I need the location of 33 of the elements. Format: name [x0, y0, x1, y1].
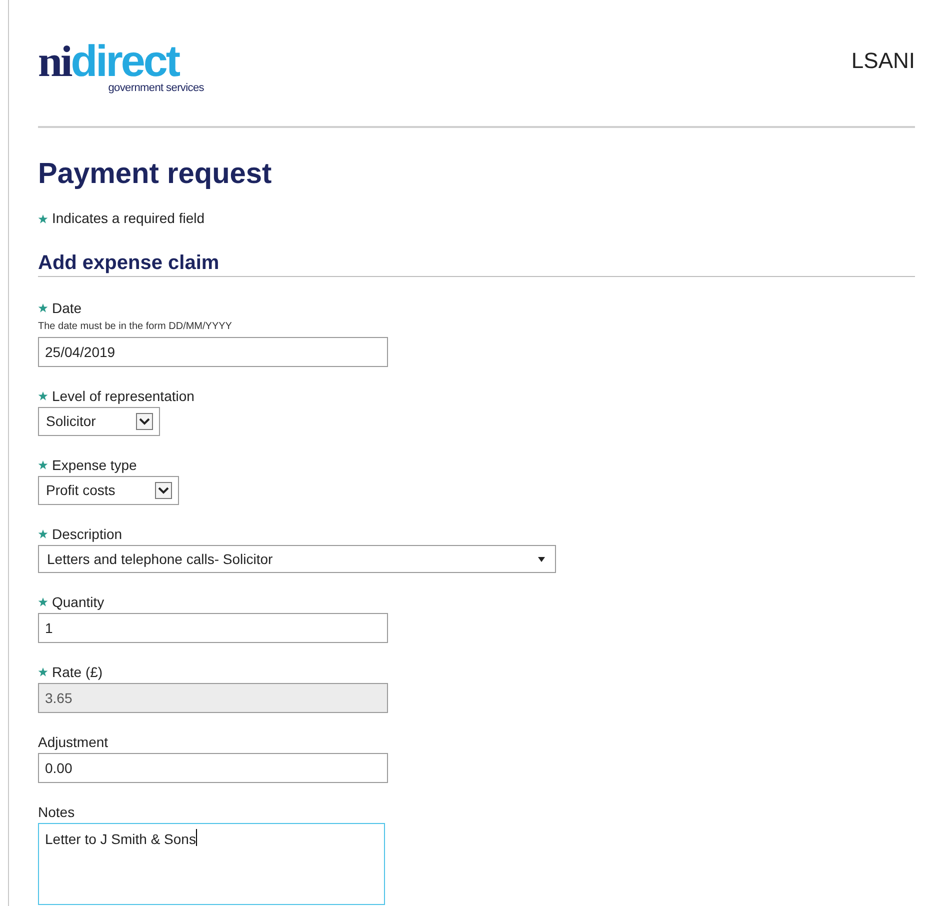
field-label: Level of representation [52, 386, 194, 406]
select-field[interactable]: Solicitor [38, 407, 160, 436]
logo-wordmark: nidirect [38, 42, 179, 82]
required-note: Indicates a required field [52, 209, 205, 228]
chevron-down-icon [136, 413, 153, 430]
field-label: Expense type [52, 456, 137, 475]
site-name: LSANI [851, 47, 915, 75]
input-field[interactable]: 1 [38, 613, 388, 643]
page-title: Payment request [38, 157, 273, 192]
dropdown-field[interactable]: Letters and telephone calls- Solicitor [38, 545, 556, 573]
required-icon [38, 460, 48, 470]
select-field[interactable]: Profit costs [38, 476, 180, 505]
input-field[interactable]: 25/04/2019 [38, 337, 388, 367]
input-field[interactable]: 0.00 [38, 753, 388, 783]
field-label: Description [52, 524, 122, 544]
section-title: Add expense claim [38, 251, 220, 275]
required-icon [38, 214, 48, 224]
required-icon [38, 597, 48, 607]
text-cursor [196, 829, 197, 846]
field-label: Date [52, 298, 82, 318]
field-label: Notes [38, 802, 75, 822]
field-label: Adjustment [38, 732, 108, 752]
required-icon [38, 667, 48, 677]
field-label: Rate (£) [52, 662, 103, 682]
required-icon [38, 529, 48, 539]
field-hint: The date must be in the form DD/MM/YYYY [38, 321, 232, 333]
required-icon [38, 391, 48, 401]
required-icon [38, 303, 48, 313]
logo-tagline: government services [108, 82, 204, 94]
chevron-down-icon [155, 482, 172, 499]
caret-icon [538, 556, 545, 562]
field-label: Quantity [52, 592, 104, 612]
notes-field[interactable]: Letter to J Smith & Sons [38, 823, 385, 905]
